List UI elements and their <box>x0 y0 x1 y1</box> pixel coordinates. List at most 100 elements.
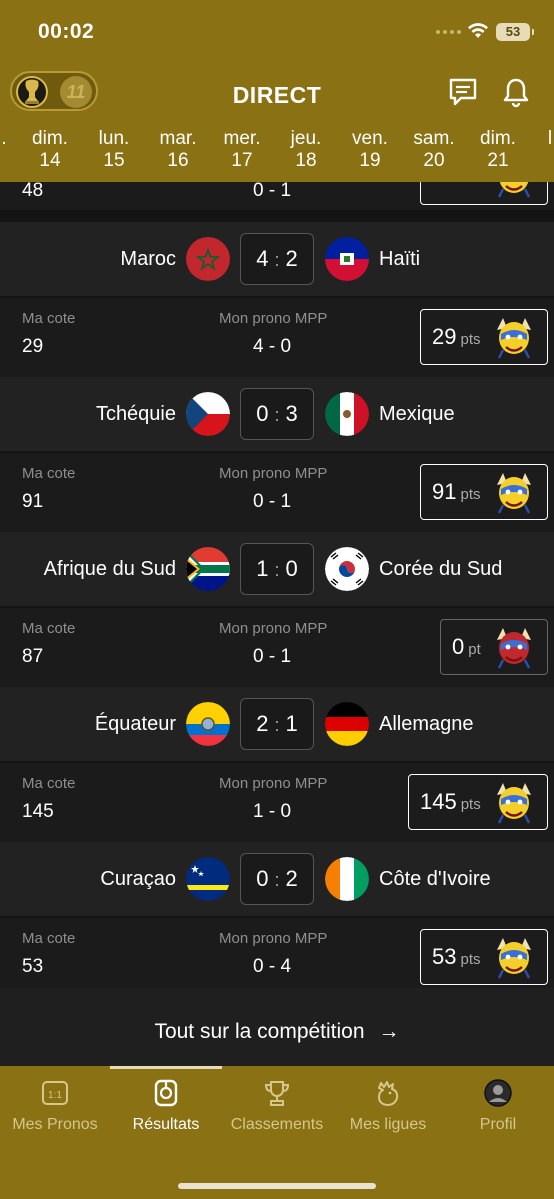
prono-value: 1 - 0 <box>253 801 292 822</box>
competition-link[interactable]: Tout sur la compétition → <box>0 988 554 1066</box>
cote-label: Ma cote <box>22 310 76 327</box>
prono-label: Mon prono MPP <box>219 465 328 482</box>
home-team-name: Tchéquie <box>95 403 176 425</box>
date-day-label: lun. <box>98 128 130 149</box>
match-row[interactable]: Tchéquie 0:3 Mexique <box>0 377 554 451</box>
tab-label: Profil <box>479 1116 517 1133</box>
home-team-name: Maroc <box>120 248 176 270</box>
match-row[interactable]: Équateur 2:1 Allemagne <box>0 687 554 761</box>
date-item[interactable]: ven. 19 <box>340 128 400 172</box>
prono-value: 0 - 1 <box>253 646 292 667</box>
prono-label: Mon prono MPP <box>219 620 328 637</box>
away-score: 1 <box>285 711 298 736</box>
bell-icon[interactable] <box>500 76 532 108</box>
mascot-mask-icon <box>493 781 535 825</box>
away-team-name: Mexique <box>379 403 455 425</box>
arrow-right-icon: → <box>378 1020 400 1043</box>
away-score: 2 <box>285 246 298 271</box>
home-team-name: Équateur <box>94 713 176 735</box>
wifi-icon <box>468 23 488 38</box>
points-badge[interactable]: 145 pts <box>408 774 548 830</box>
match-row[interactable]: Maroc 4:2 Haïti <box>0 222 554 296</box>
tab-classements[interactable]: Classements <box>222 1078 332 1134</box>
mascot-mask-icon <box>493 936 535 980</box>
date-item[interactable]: mer. 17 <box>212 128 272 172</box>
date-number: 14 <box>39 150 61 171</box>
tab-profil[interactable]: Profil <box>443 1078 553 1134</box>
away-flag-icon <box>325 392 369 436</box>
points-unit: pt <box>468 641 481 658</box>
chat-icon[interactable] <box>447 76 479 108</box>
tab-mes-ligues[interactable]: Mes ligues <box>333 1078 443 1134</box>
points-number: 0 <box>452 634 465 659</box>
date-number: 21 <box>487 150 509 171</box>
cote-value: 48 <box>22 180 44 201</box>
points-badge[interactable]: 0 pt <box>440 619 548 675</box>
score-separator: : <box>274 560 280 580</box>
away-score: 3 <box>285 401 298 426</box>
cote-label: Ma cote <box>22 930 76 947</box>
cote-label: Ma cote <box>22 620 76 637</box>
home-score: 0 <box>256 401 269 426</box>
points-unit: pts <box>460 796 481 813</box>
date-item[interactable]: lun. 15 <box>84 128 144 172</box>
home-score: 4 <box>256 246 269 271</box>
home-flag-icon <box>186 857 230 901</box>
date-day-label: mer. <box>223 128 261 149</box>
match-row[interactable]: Afrique du Sud 1:0 Corée du Sud <box>0 532 554 606</box>
date-item[interactable]: dim. 21 <box>468 128 528 172</box>
cote-value: 145 <box>22 801 54 822</box>
score-separator: : <box>274 870 280 890</box>
avatar-icon <box>483 1078 513 1108</box>
top-header: 00:02 53 11 DIRECT . l dim. 14 lun. 15 m… <box>0 0 554 182</box>
tab-resultats[interactable]: Résultats <box>111 1078 221 1134</box>
mascot-mask-icon <box>493 316 535 360</box>
bottom-tab-bar: 1:1 Mes Pronos Résultats Classements Mes lig… <box>0 1066 554 1199</box>
date-number: 15 <box>103 150 125 171</box>
away-flag-icon <box>325 547 369 591</box>
scoreboard-icon: 1:1 <box>40 1078 70 1108</box>
score-box: 0:3 <box>240 388 314 440</box>
points-badge[interactable]: 29 pts <box>420 309 548 365</box>
active-tab-indicator <box>110 1066 222 1069</box>
prono-label: Mon prono MPP <box>219 310 328 327</box>
score-separator: : <box>274 715 280 735</box>
away-team-name: Côte d'Ivoire <box>379 868 491 890</box>
prono-value: 0 - 4 <box>253 956 292 977</box>
home-team-name: Afrique du Sud <box>43 558 176 580</box>
tab-label: Mes ligues <box>349 1116 427 1133</box>
tab-mes-pronos[interactable]: 1:1 Mes Pronos <box>0 1078 110 1134</box>
home-score: 1 <box>256 556 269 581</box>
cote-value: 87 <box>22 646 44 667</box>
cote-value: 53 <box>22 956 44 977</box>
date-day-label: jeu. <box>290 128 322 149</box>
prono-value: 0 - 1 <box>253 180 292 201</box>
points-value: 29 pts <box>432 310 481 367</box>
away-flag-icon <box>325 857 369 901</box>
score-separator: : <box>274 250 280 270</box>
whistle-icon <box>151 1078 181 1108</box>
home-score: 2 <box>256 711 269 736</box>
home-flag-icon <box>186 547 230 591</box>
match-row[interactable]: Curaçao 0:2 Côte d'Ivoire <box>0 842 554 916</box>
home-team-name: Curaçao <box>100 868 176 890</box>
date-number: 17 <box>231 150 253 171</box>
points-badge[interactable]: 91 pts <box>420 464 548 520</box>
points-badge[interactable]: 53 pts <box>420 929 548 985</box>
cote-value: 29 <box>22 336 44 357</box>
home-flag-icon <box>186 702 230 746</box>
date-item[interactable]: jeu. 18 <box>276 128 336 172</box>
date-number: 19 <box>359 150 381 171</box>
date-item[interactable]: dim. 14 <box>20 128 80 172</box>
away-score: 0 <box>285 556 298 581</box>
cote-label: Ma cote <box>22 775 76 792</box>
date-item[interactable]: sam. 20 <box>404 128 464 172</box>
date-day-label: dim. <box>480 128 516 149</box>
date-number: 20 <box>423 150 445 171</box>
away-team-name: Corée du Sud <box>379 558 503 580</box>
date-item[interactable]: mar. 16 <box>148 128 208 172</box>
cote-label: Ma cote <box>22 465 76 482</box>
away-score: 2 <box>285 866 298 891</box>
date-strip[interactable]: . l dim. 14 lun. 15 mar. 16 mer. 17 jeu. 18 ven. 19… <box>0 128 554 178</box>
points-value: 91 pts <box>432 465 481 522</box>
